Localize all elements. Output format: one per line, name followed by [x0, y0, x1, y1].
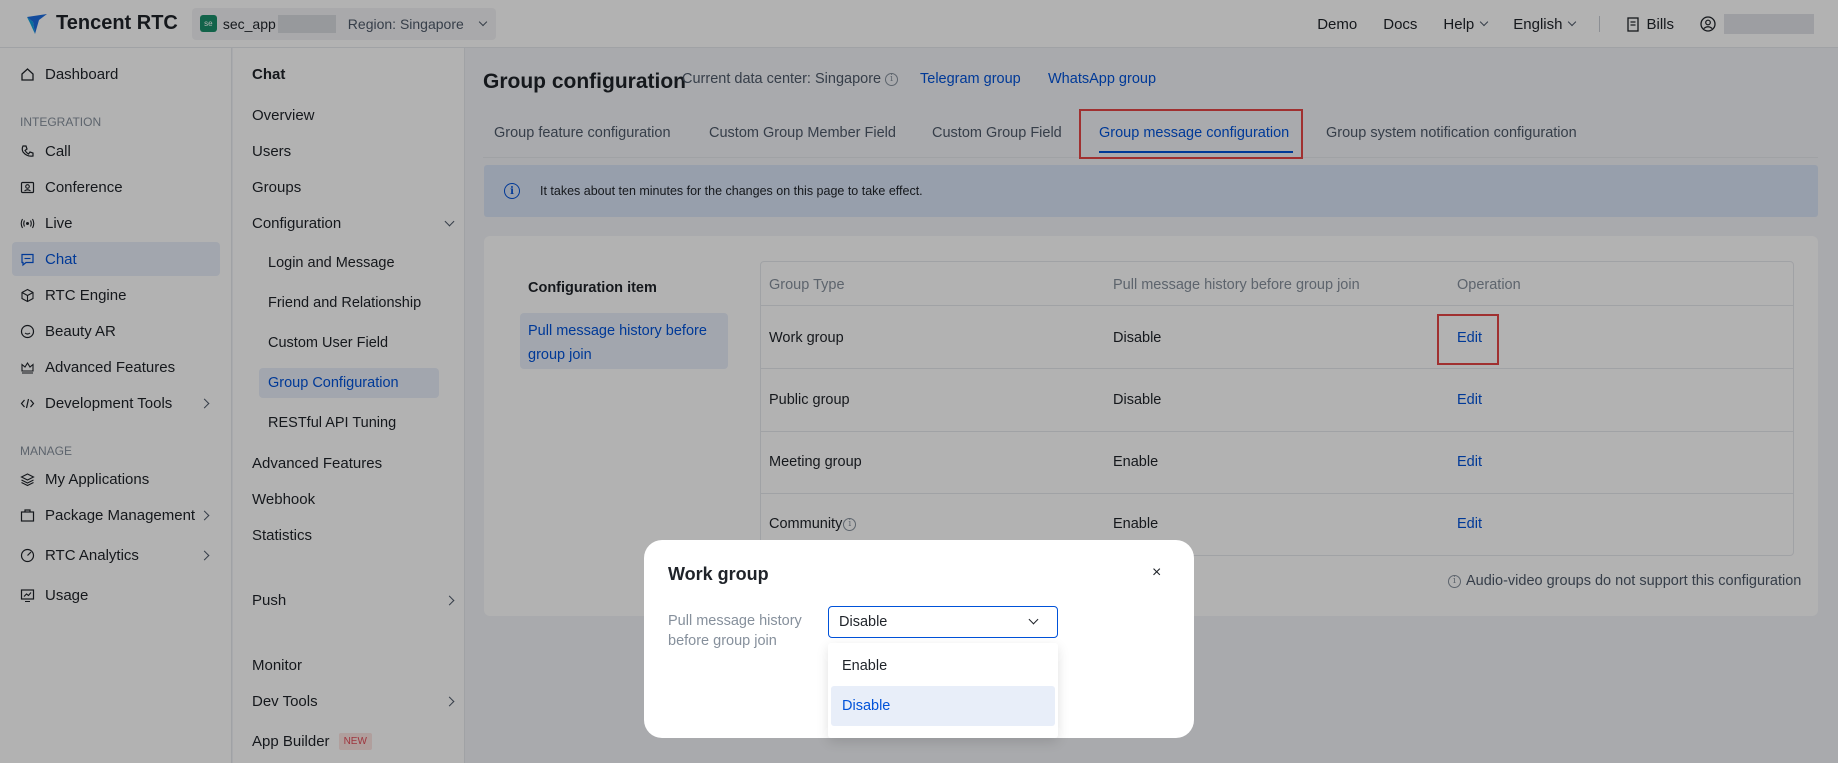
close-icon[interactable]: × [1152, 564, 1161, 582]
modal-title: Work group [668, 564, 769, 584]
edit-modal: Work group × Pull message history before… [644, 540, 1194, 738]
select-dropdown: Enable Disable [828, 643, 1058, 738]
pull-history-select[interactable]: Disable [828, 606, 1058, 638]
select-value: Disable [839, 614, 888, 630]
chevron-down-icon [1028, 614, 1039, 625]
option-enable[interactable]: Enable [831, 646, 1055, 686]
option-disable[interactable]: Disable [831, 686, 1055, 726]
modal-field-label: Pull message history before group join [668, 613, 802, 649]
